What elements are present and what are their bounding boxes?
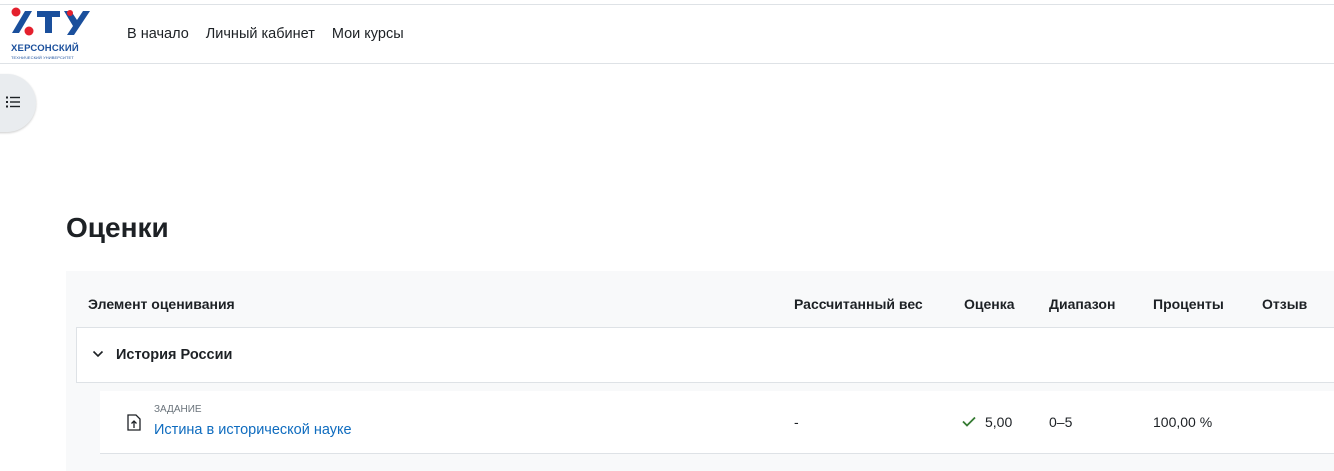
item-type-label: Задание <box>154 404 202 415</box>
table-row: Задание Истина в исторической науке - 5,… <box>100 391 1334 454</box>
category-name: История России <box>116 347 233 363</box>
nav-link-home[interactable]: В начало <box>127 26 189 42</box>
logo-mark-icon <box>11 7 90 36</box>
list-icon <box>6 96 20 108</box>
user-grades-table: Элемент оценивания Рассчитанный вес Оцен… <box>66 271 1334 471</box>
category-row[interactable]: История России <box>76 327 1334 383</box>
cell-percentage: 100,00 % <box>1153 414 1213 430</box>
logo-name: ХЕРСОНСКИЙ <box>11 43 79 54</box>
university-logo[interactable]: ХЕРСОНСКИЙ технический университет <box>8 6 94 64</box>
assignment-upload-icon <box>127 414 141 431</box>
cell-range: 0–5 <box>1049 414 1073 430</box>
cell-grade: 5,00 <box>985 414 1013 430</box>
primary-navigation: В начало Личный кабинет Мои курсы <box>127 5 421 63</box>
cell-calculated-weight: - <box>794 414 799 430</box>
course-index-toggle-button[interactable] <box>0 74 36 132</box>
grade-item-link[interactable]: Истина в исторической науке <box>154 422 352 438</box>
nav-link-dashboard[interactable]: Личный кабинет <box>206 26 315 42</box>
column-header-grade: Оценка <box>964 296 1015 312</box>
top-navbar: ХЕРСОНСКИЙ технический университет В нач… <box>0 4 1334 64</box>
check-icon <box>962 416 976 427</box>
column-header-percentage: Проценты <box>1153 296 1224 312</box>
chevron-down-icon[interactable] <box>92 350 104 358</box>
page-title: Оценки <box>66 212 169 243</box>
column-header-range: Диапазон <box>1049 296 1116 312</box>
column-header-grade-item: Элемент оценивания <box>88 296 235 312</box>
column-header-calculated-weight: Рассчитанный вес <box>794 296 923 312</box>
logo-subtitle: технический университет <box>11 55 74 60</box>
nav-link-my-courses[interactable]: Мои курсы <box>332 26 404 42</box>
column-header-feedback: Отзыв <box>1262 296 1308 312</box>
